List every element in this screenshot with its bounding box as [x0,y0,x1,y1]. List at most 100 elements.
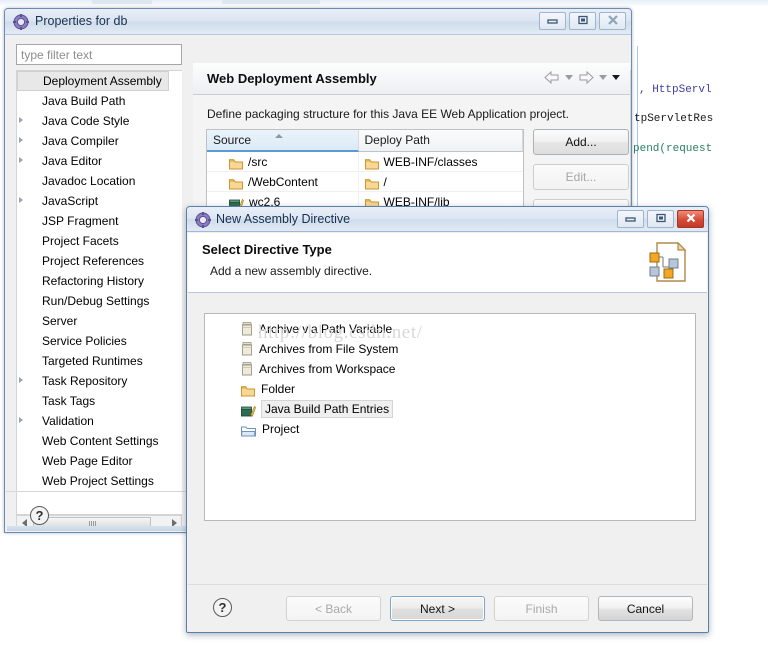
expand-arrow-icon[interactable] [19,117,23,123]
sidebar-item-label: Web Page Editor [42,454,133,468]
sidebar-item-label: Refactoring History [42,274,145,288]
sidebar-item-run-debug-settings[interactable]: Run/Debug Settings [17,291,169,311]
sidebar-item-label: Task Tags [42,394,96,408]
finish-button[interactable]: Finish [494,596,589,621]
expand-arrow-icon[interactable] [19,417,23,423]
sidebar-item-label: Validation [42,414,94,428]
sidebar-item-task-repository[interactable]: Task Repository [17,371,169,391]
sidebar-item-jsp-fragment[interactable]: JSP Fragment [17,211,169,231]
project-icon [240,423,256,437]
sidebar-item-web-content-settings[interactable]: Web Content Settings [17,431,169,451]
properties-titlebar[interactable]: Properties for db [5,9,631,35]
column-header-source[interactable]: Source [207,130,359,152]
page-navigation [544,70,620,85]
cell-source: /src [207,152,359,172]
sidebar-item-project-facets[interactable]: Project Facets [17,231,169,251]
view-menu-icon[interactable] [612,75,620,80]
add-button[interactable]: Add... [533,129,629,155]
column-header-deploy-path[interactable]: Deploy Path [358,130,523,152]
sidebar-item-task-tags[interactable]: Task Tags [17,391,169,411]
list-item-label: Java Build Path Entries [261,400,394,418]
sidebar-item-refactoring-history[interactable]: Refactoring History [17,271,169,291]
sidebar-item-javadoc-location[interactable]: Javadoc Location [17,171,169,191]
sidebar-item-targeted-runtimes[interactable]: Targeted Runtimes [17,351,169,371]
maximize-icon [655,213,667,225]
expand-arrow-icon[interactable] [19,157,23,163]
list-item[interactable]: Archives from Workspace [205,359,695,379]
minimize-button[interactable] [539,12,566,30]
code-line: tpServletRes [634,113,714,125]
dialog-button-row: < Back Next > Finish Cancel [286,596,693,621]
chevron-down-icon[interactable] [599,75,607,80]
sort-ascending-icon [275,134,283,138]
dialog-header-title: Select Directive Type [202,242,332,257]
help-button[interactable]: ? [30,506,49,525]
close-button[interactable] [599,12,626,30]
maximize-button[interactable] [647,210,674,228]
expand-arrow-icon[interactable] [19,377,23,383]
directive-type-list[interactable]: Archive via Path Variable Archives from F… [204,313,696,521]
arrow-right-icon[interactable] [578,70,594,85]
expand-arrow-icon[interactable] [19,137,23,143]
new-assembly-directive-dialog: New Assembly Directive Select Directive … [186,206,709,633]
chevron-down-icon[interactable] [565,75,573,80]
java-build-path-icon [241,403,256,417]
filter-input-wrapper[interactable] [16,44,182,65]
dialog-title: New Assembly Directive [216,212,351,226]
sidebar-item-java-editor[interactable]: Java Editor [17,151,169,171]
close-icon [685,213,697,225]
edit-button[interactable]: Edit... [533,164,629,190]
list-item[interactable]: Folder [205,379,695,399]
close-button[interactable] [677,210,704,228]
arrow-left-icon[interactable] [544,70,560,85]
cancel-button[interactable]: Cancel [598,596,693,621]
sidebar-item-project-references[interactable]: Project References [17,251,169,271]
sidebar-item-service-policies[interactable]: Service Policies [17,331,169,351]
sidebar-item-label: Targeted Runtimes [42,354,143,368]
table-row[interactable]: /src WEB-INF/classes [207,152,523,172]
properties-window-title: Properties for db [35,14,128,28]
sidebar-item-web-project-settings[interactable]: Web Project Settings [17,471,169,491]
list-item-label: Archives from Workspace [259,362,396,376]
next-button[interactable]: Next > [390,596,485,621]
code-line: , HttpServl [639,84,712,96]
sidebar-item-java-code-style[interactable]: Java Code Style [17,111,169,131]
dialog-titlebar[interactable]: New Assembly Directive [187,207,708,232]
expand-arrow-icon[interactable] [19,197,23,203]
sidebar-item-deployment-assembly[interactable]: Deployment Assembly [17,71,169,91]
cell-deploy-path: / [359,172,523,192]
back-button[interactable]: < Back [286,596,381,621]
help-button[interactable]: ? [213,598,232,617]
folder-icon [364,176,379,190]
settings-tree[interactable]: Deployment Assembly Java Build Path Java C… [16,70,182,515]
cell-source-label: /src [248,155,268,169]
sidebar-item-java-build-path[interactable]: Java Build Path [17,91,169,111]
list-item-label: Archives from File System [259,342,399,356]
sidebar-item-web-page-editor[interactable]: Web Page Editor [17,451,169,471]
list-item[interactable]: Archives from File System [205,339,695,359]
minimize-button[interactable] [617,210,644,228]
list-item[interactable]: Project [205,419,695,439]
sidebar-item-javascript[interactable]: JavaScript [17,191,169,211]
list-item[interactable]: Java Build Path Entries [205,399,695,419]
maximize-button[interactable] [569,12,596,30]
dialog-header-subtitle: Add a new assembly directive. [210,264,373,278]
minimize-icon [546,15,559,27]
sidebar-item-label: Deployment Assembly [43,74,162,88]
column-header-label: Source [213,133,252,147]
dialog-header: Select Directive Type Add a new assembly… [188,233,707,293]
table-row[interactable]: /WebContent / [207,172,523,192]
close-icon [607,15,619,27]
sidebar-item-label: Web Content Settings [42,434,159,448]
sidebar-item-validation[interactable]: Validation [17,411,169,431]
sidebar-item-java-compiler[interactable]: Java Compiler [17,131,169,151]
list-item[interactable]: Archive via Path Variable [205,319,695,339]
list-item-label: Folder [261,382,296,396]
search-input[interactable] [17,47,181,62]
column-header-label: Deploy Path [364,133,430,147]
sidebar-item-label: Project References [42,254,145,268]
jar-icon [241,362,253,376]
sidebar-item-server[interactable]: Server [17,311,169,331]
cell-deploy-path: WEB-INF/classes [359,152,523,172]
minimize-icon [624,213,637,225]
